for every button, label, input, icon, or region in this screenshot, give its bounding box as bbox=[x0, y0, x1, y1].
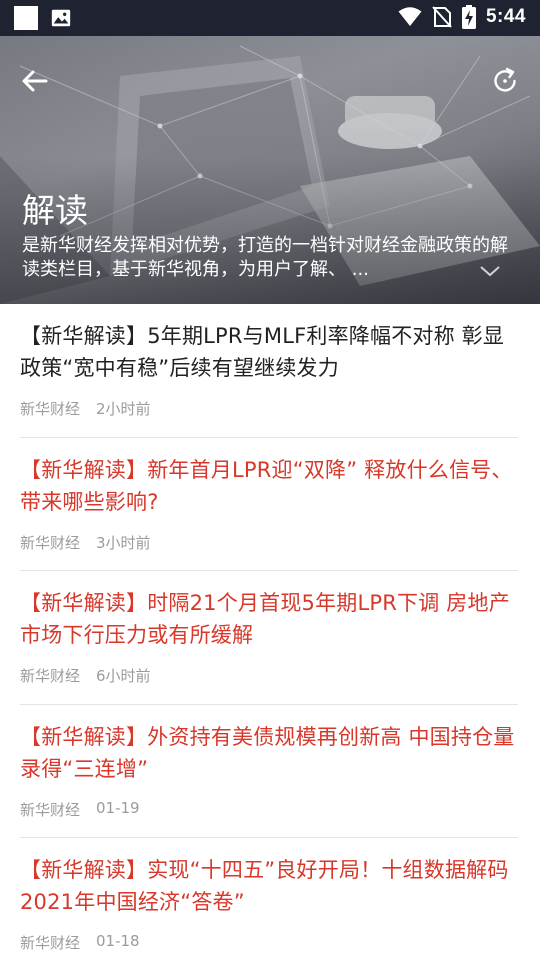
article-title[interactable]: 【新华解读】时隔21个月首现5年期LPR下调 房地产市场下行压力或有所缓解 bbox=[20, 587, 518, 651]
article-item[interactable]: 【新华解读】外资持有美债规模再创新高 中国持仓量录得“三连增” 新华财经 01-… bbox=[20, 705, 518, 838]
article-time: 3小时前 bbox=[96, 533, 151, 552]
refresh-button[interactable] bbox=[490, 66, 520, 96]
article-title[interactable]: 【新华解读】新年首月LPR迎“双降” 释放什么信号、带来哪些影响? bbox=[20, 454, 518, 518]
no-sim-icon bbox=[432, 6, 452, 28]
article-source: 新华财经 bbox=[20, 533, 81, 552]
article-title[interactable]: 【新华解读】实现“十四五”良好开局！十组数据解码2021年中国经济“答卷” bbox=[20, 854, 518, 918]
clock: 5:44 bbox=[485, 6, 526, 27]
article-source: 新华财经 bbox=[20, 667, 81, 685]
wifi-icon bbox=[398, 7, 422, 26]
column-header: 解读 是新华财经发挥相对优势，打造的一档针对财经金融政策的解读类栏目，基于新华视… bbox=[0, 36, 540, 304]
article-item[interactable]: 【新华解读】5年期LPR与MLF利率降幅不对称 彰显政策“宽中有稳”后续有望继续… bbox=[20, 304, 518, 438]
article-source: 新华财经 bbox=[20, 934, 81, 952]
notification-square-icon bbox=[14, 6, 38, 30]
expand-description-button[interactable] bbox=[478, 264, 502, 278]
article-meta: 新华财经 2小时前 bbox=[20, 398, 151, 419]
article-title[interactable]: 【新华解读】5年期LPR与MLF利率降幅不对称 彰显政策“宽中有稳”后续有望继续… bbox=[20, 320, 518, 384]
article-meta: 新华财经 6小时前 bbox=[20, 665, 151, 686]
article-time: 01-18 bbox=[96, 932, 140, 950]
article-meta: 新华财经 3小时前 bbox=[20, 532, 151, 553]
battery-charging-icon bbox=[461, 5, 476, 29]
article-time: 2小时前 bbox=[96, 400, 151, 418]
back-button[interactable] bbox=[18, 64, 52, 98]
article-meta: 新华财经 01-19 bbox=[20, 799, 140, 820]
article-title[interactable]: 【新华解读】外资持有美债规模再创新高 中国持仓量录得“三连增” bbox=[20, 721, 518, 785]
article-item[interactable]: 【新华解读】时隔21个月首现5年期LPR下调 房地产市场下行压力或有所缓解 新华… bbox=[20, 571, 518, 705]
column-title: 解读 bbox=[22, 191, 88, 230]
article-time: 6小时前 bbox=[96, 667, 151, 685]
article-meta: 新华财经 01-18 bbox=[20, 932, 140, 953]
article-item[interactable]: 【新华解读】新年首月LPR迎“双降” 释放什么信号、带来哪些影响? 新华财经 3… bbox=[20, 438, 518, 571]
article-time: 01-19 bbox=[96, 798, 140, 817]
status-bar: 5:44 bbox=[0, 0, 540, 36]
column-description: 是新华财经发挥相对优势，打造的一档针对财经金融政策的解读类栏目，基于新华视角，为… bbox=[22, 235, 508, 280]
article-source: 新华财经 bbox=[20, 800, 81, 819]
article-list: 【新华解读】5年期LPR与MLF利率降幅不对称 彰显政策“宽中有稳”后续有望继续… bbox=[0, 304, 540, 972]
image-icon bbox=[51, 9, 71, 27]
article-item[interactable]: 【新华解读】实现“十四五”良好开局！十组数据解码2021年中国经济“答卷” 新华… bbox=[20, 838, 518, 972]
article-source: 新华财经 bbox=[20, 400, 81, 418]
